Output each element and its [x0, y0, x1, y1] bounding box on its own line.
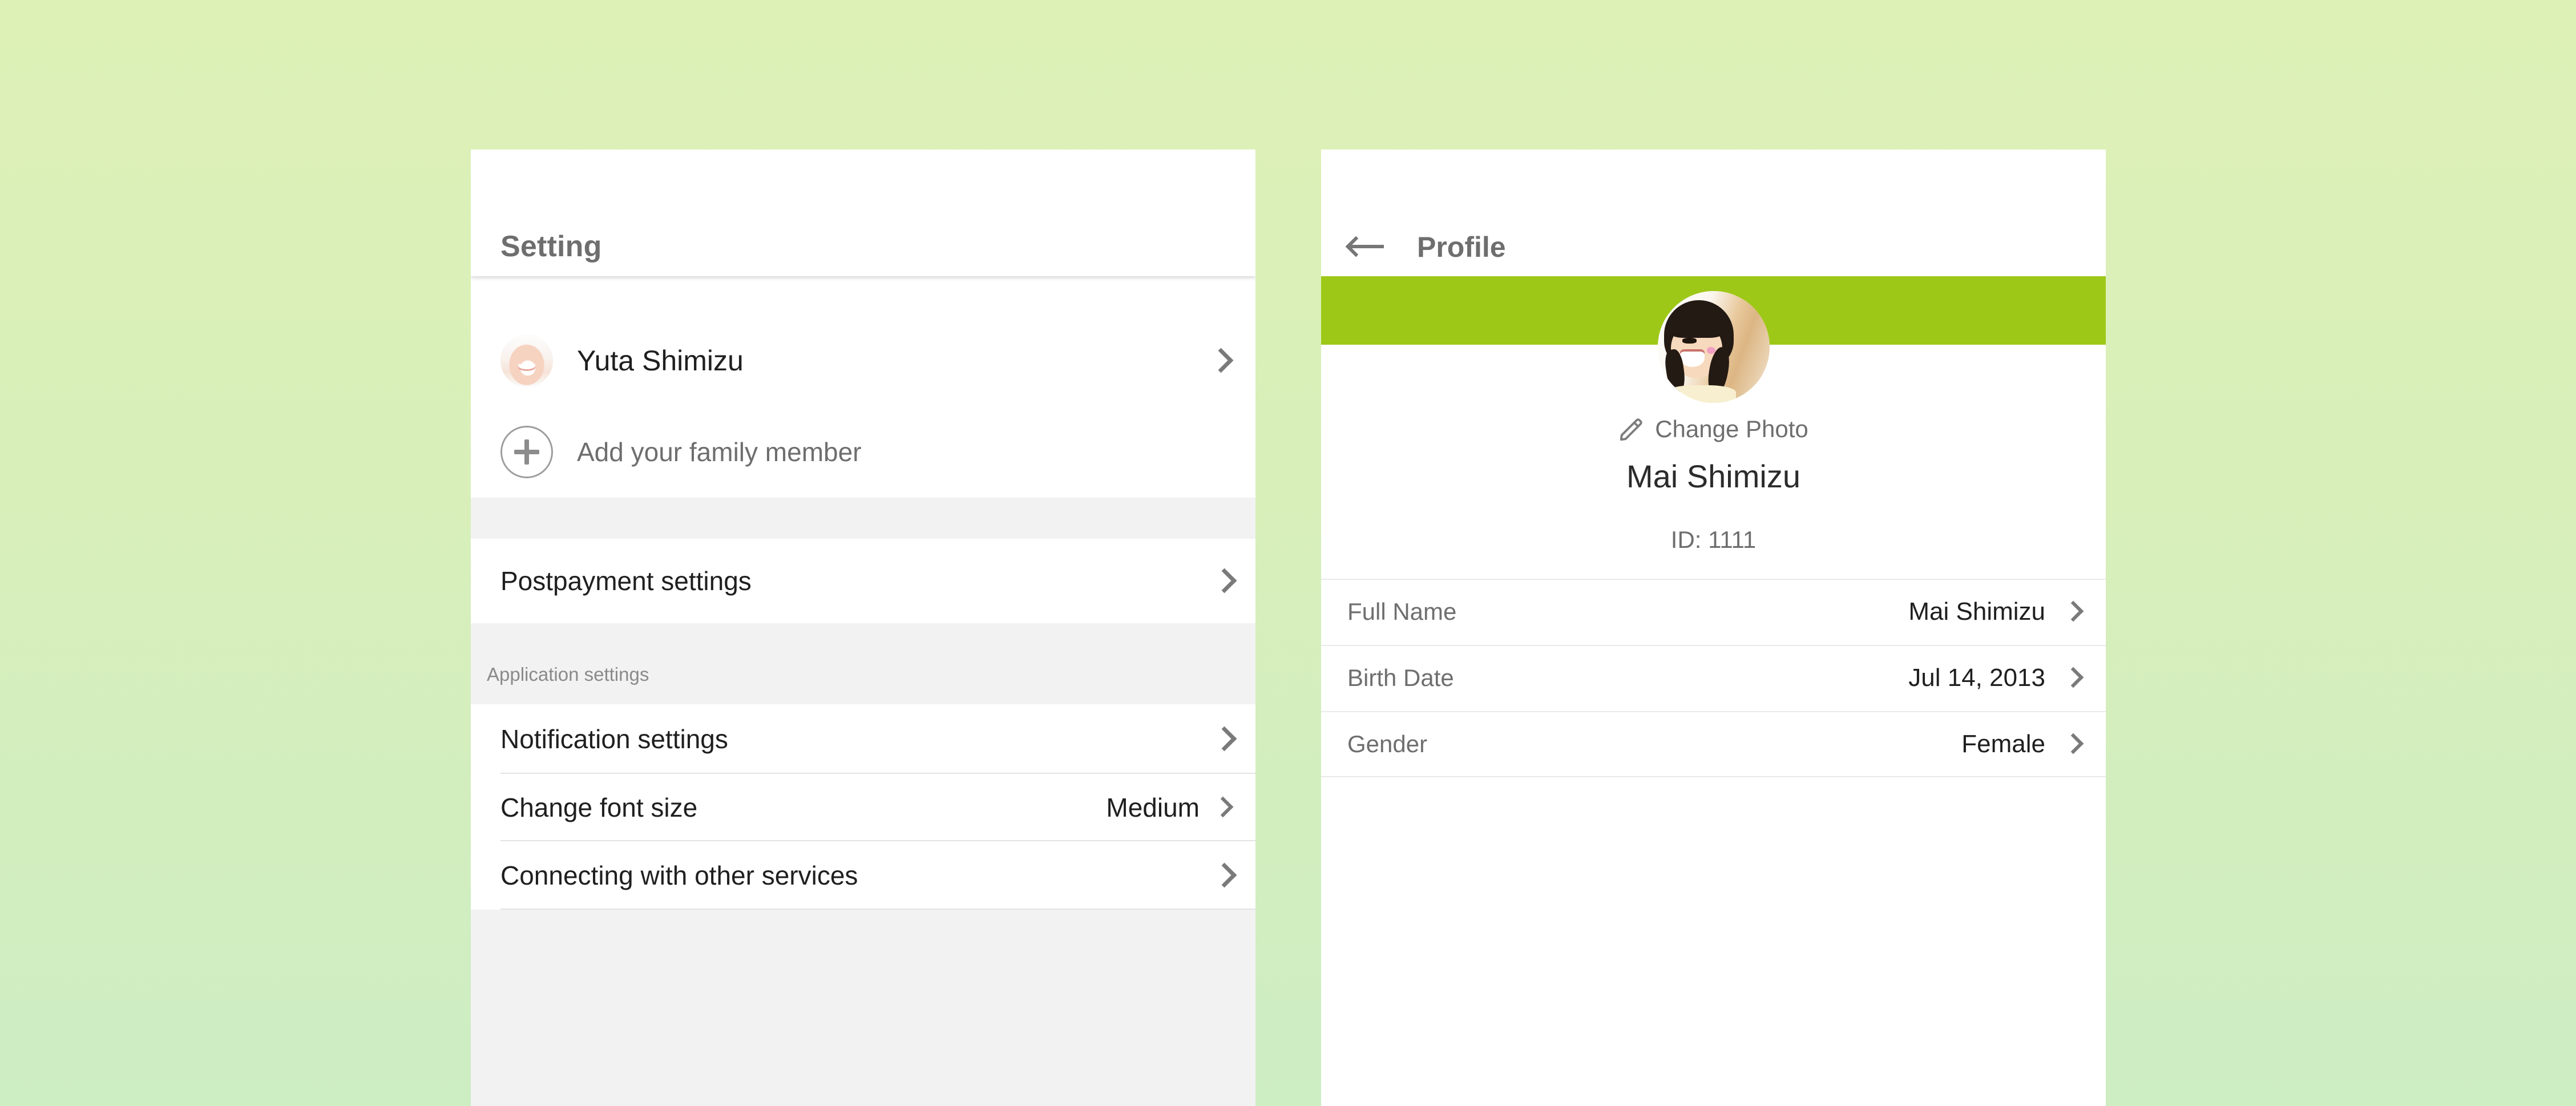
table-row[interactable]: Full Name Mai Shimizu [1321, 579, 2106, 645]
row-key: Gender [1347, 730, 1428, 757]
chevron-right-icon [2065, 599, 2080, 624]
avatar[interactable] [1657, 291, 1770, 403]
chevron-right-icon [1214, 795, 1229, 820]
table-row[interactable]: Gender Female [1321, 711, 2106, 777]
postpayment-label: Postpayment settings [500, 566, 752, 596]
chevron-right-icon [1211, 348, 1226, 373]
row-key: Birth Date [1347, 664, 1454, 691]
chevron-right-icon [2065, 665, 2080, 691]
plus-circle-icon [500, 426, 553, 478]
chevron-right-icon [1214, 568, 1229, 594]
sidebar-item-font-size[interactable]: Change font size Medium [471, 774, 1255, 841]
table-row[interactable]: Birth Date Jul 14, 2013 [1321, 645, 2106, 711]
section-gap-1 [471, 498, 1255, 539]
section-header-application: Application settings [471, 645, 1255, 704]
change-photo-button[interactable]: Change Photo [1321, 415, 2106, 443]
section-gap-2 [471, 623, 1255, 645]
row-value: Mai Shimizu [1908, 598, 2045, 625]
change-photo-label: Change Photo [1655, 415, 1808, 442]
arrow-left-icon[interactable] [1345, 232, 1385, 261]
font-size-value: Medium [1106, 793, 1200, 822]
settings-panel: Yuta Shimizu Add your family member Post… [471, 150, 1255, 1106]
pencil-icon [1618, 416, 1645, 442]
profile-id: ID: 1111 [1670, 526, 1757, 553]
user-name: Yuta Shimizu [577, 345, 744, 377]
list-item-user[interactable]: Yuta Shimizu [471, 315, 1255, 406]
page-title: Profile [1417, 231, 1506, 263]
sidebar-item-postpayment[interactable]: Postpayment settings [471, 539, 1255, 623]
settings-scroll-area[interactable]: Yuta Shimizu Add your family member Post… [471, 150, 1255, 1106]
row-value: Jul 14, 2013 [1908, 664, 2045, 692]
connecting-services-label: Connecting with other services [500, 861, 858, 890]
profile-header: Profile [1321, 150, 2106, 276]
section-gap-3 [471, 910, 1255, 1106]
notification-label: Notification settings [500, 724, 728, 754]
profile-name: Mai Shimizu [1626, 458, 1800, 494]
settings-header: Setting [471, 150, 1255, 276]
chevron-right-icon [1214, 863, 1229, 888]
page-title: Setting [500, 230, 602, 263]
add-family-member-button[interactable]: Add your family member [471, 406, 1255, 498]
add-family-member-label: Add your family member [577, 437, 862, 467]
profile-detail-list: Full Name Mai Shimizu Birth Date Jul 14,… [1321, 579, 2106, 777]
row-key: Full Name [1347, 598, 1457, 625]
sidebar-item-connecting-services[interactable]: Connecting with other services [471, 841, 1255, 910]
profile-panel: Profile Change Photo Mai Shimizu ID: 111… [1321, 150, 2106, 1106]
chevron-right-icon [2065, 732, 2080, 757]
sidebar-item-notification[interactable]: Notification settings [471, 704, 1255, 774]
chevron-right-icon [1214, 726, 1229, 752]
section-header-label: Application settings [487, 664, 649, 685]
row-value: Female [1961, 730, 2045, 758]
avatar [500, 334, 553, 387]
font-size-label: Change font size [500, 793, 698, 822]
